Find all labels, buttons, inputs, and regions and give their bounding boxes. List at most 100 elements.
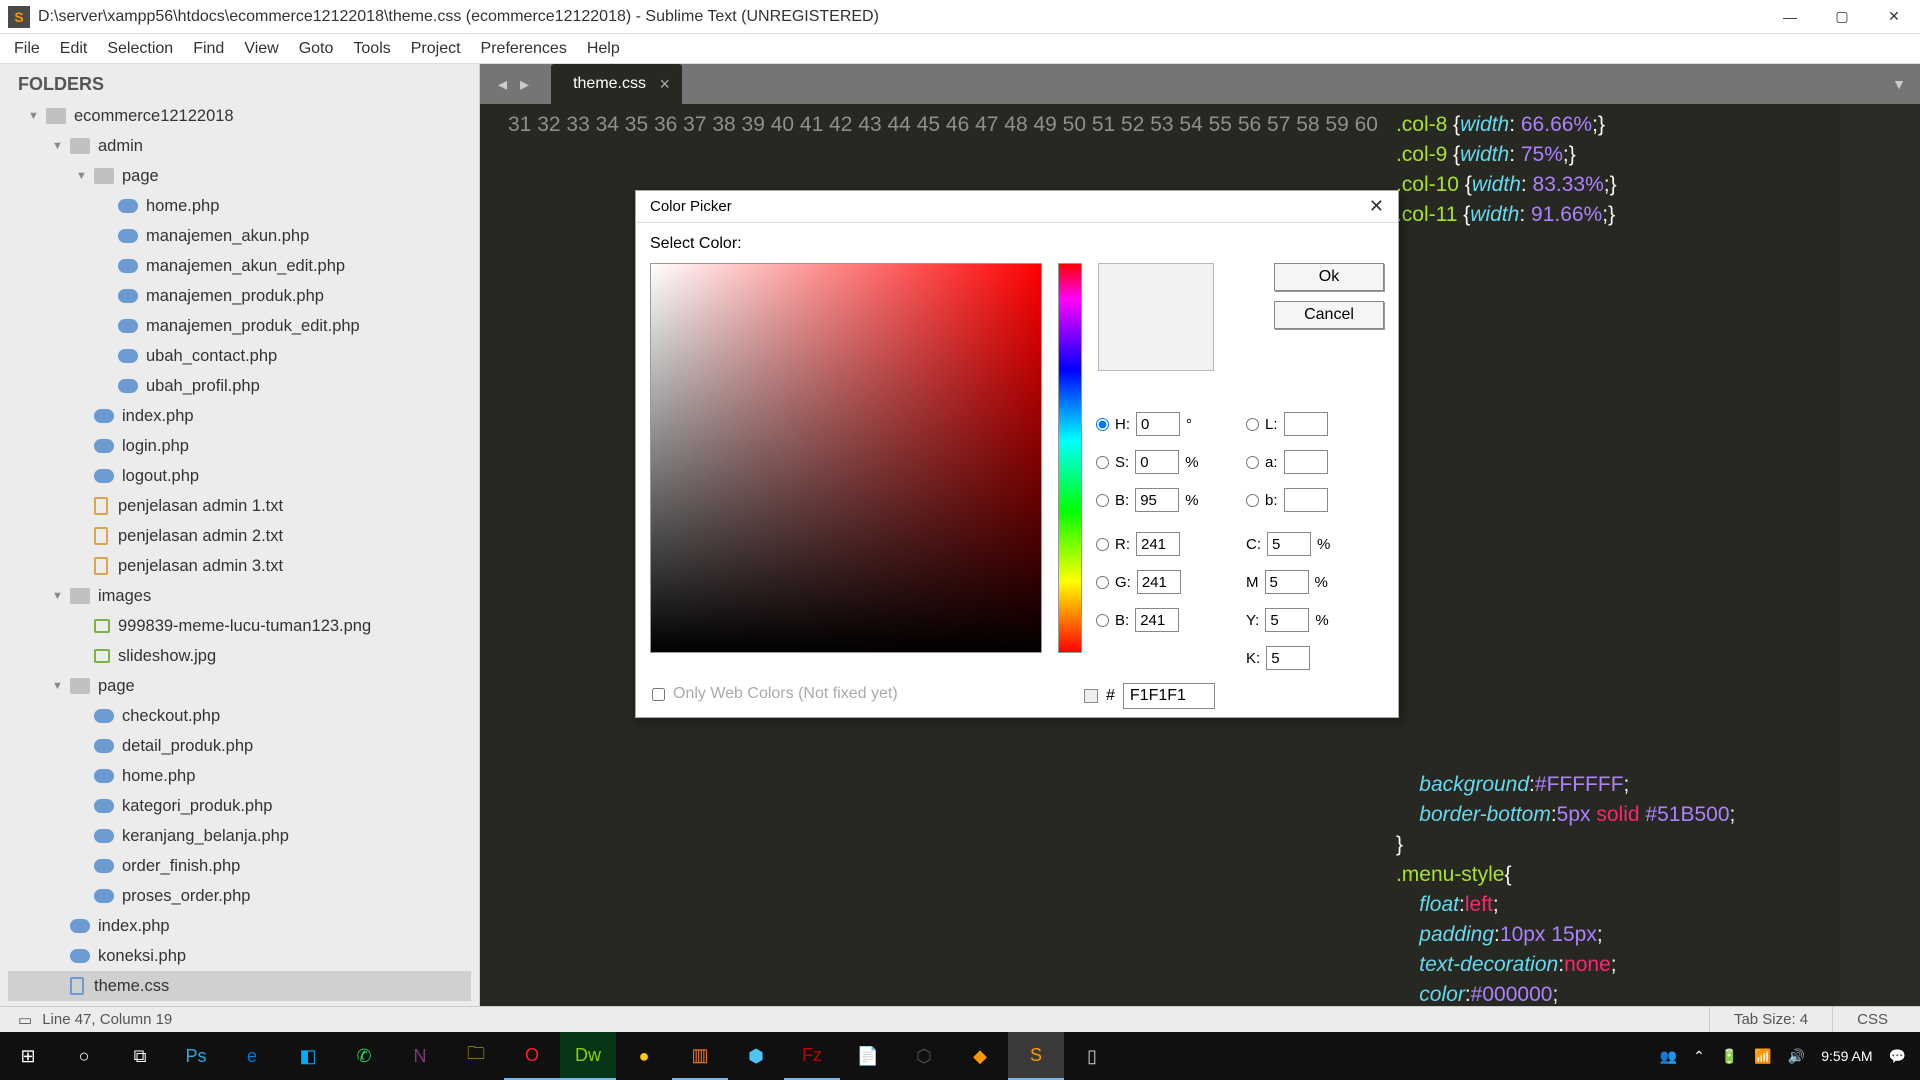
- file-theme-css[interactable]: theme.css: [8, 971, 471, 1001]
- input-g[interactable]: [1137, 570, 1181, 594]
- file-ubah-profil-php[interactable]: ubah_profil.php: [8, 371, 471, 401]
- input-m[interactable]: [1265, 570, 1309, 594]
- taskbar-app7[interactable]: ▯: [1064, 1032, 1120, 1080]
- input-hex[interactable]: [1123, 683, 1215, 709]
- radio-b[interactable]: [1096, 614, 1109, 627]
- hue-knob-icon[interactable]: [1084, 689, 1098, 703]
- input-h[interactable]: [1136, 412, 1180, 436]
- tray-clock[interactable]: 9:59 AM: [1813, 1048, 1880, 1064]
- input-l[interactable]: [1284, 412, 1328, 436]
- file-manajemen-akun-edit-php[interactable]: manajemen_akun_edit.php: [8, 251, 471, 281]
- folder-images[interactable]: ▼images: [8, 581, 471, 611]
- taskbar-app4[interactable]: 📄: [840, 1032, 896, 1080]
- file-order-finish-php[interactable]: order_finish.php: [8, 851, 471, 881]
- dialog-titlebar[interactable]: Color Picker ✕: [636, 191, 1398, 223]
- input-y[interactable]: [1265, 608, 1309, 632]
- status-position[interactable]: Line 47, Column 19: [42, 1011, 172, 1028]
- taskbar-app1[interactable]: ◧: [280, 1032, 336, 1080]
- menu-project[interactable]: Project: [401, 36, 471, 62]
- tab-theme-css[interactable]: theme.css ×: [551, 64, 682, 104]
- taskbar-whatsapp[interactable]: ✆: [336, 1032, 392, 1080]
- radio-s[interactable]: [1096, 456, 1109, 469]
- web-colors-checkbox[interactable]: [652, 688, 665, 701]
- code-content[interactable]: .col-8 {width: 66.66%;} .col-9 {width: 7…: [1396, 104, 1840, 1006]
- tab-nav-arrows[interactable]: ◂ ▸: [488, 74, 543, 95]
- radio-a[interactable]: [1246, 456, 1259, 469]
- tray-volume-icon[interactable]: 🔊: [1780, 1048, 1813, 1065]
- file-proses-order-php[interactable]: proses_order.php: [8, 881, 471, 911]
- minimize-button[interactable]: ―: [1764, 0, 1816, 34]
- console-icon[interactable]: ▭: [8, 1011, 42, 1029]
- tray-notifications-icon[interactable]: 💬: [1881, 1048, 1914, 1065]
- file-koneksi-php[interactable]: koneksi.php: [8, 941, 471, 971]
- taskbar-opera[interactable]: O: [504, 1032, 560, 1080]
- input-b[interactable]: [1135, 608, 1179, 632]
- radio-lab-b[interactable]: [1246, 494, 1259, 507]
- maximize-button[interactable]: ▢: [1816, 0, 1868, 34]
- file-kategori-produk-php[interactable]: kategori_produk.php: [8, 791, 471, 821]
- file-manajemen-produk-edit-php[interactable]: manajemen_produk_edit.php: [8, 311, 471, 341]
- menu-edit[interactable]: Edit: [50, 36, 98, 62]
- menu-view[interactable]: View: [234, 36, 288, 62]
- taskbar-onenote[interactable]: N: [392, 1032, 448, 1080]
- input-r[interactable]: [1136, 532, 1180, 556]
- taskbar-app3[interactable]: ⬢: [728, 1032, 784, 1080]
- file-ubah-contact-php[interactable]: ubah_contact.php: [8, 341, 471, 371]
- radio-l[interactable]: [1246, 418, 1259, 431]
- tray-wifi-icon[interactable]: 📶: [1746, 1048, 1779, 1065]
- menu-file[interactable]: File: [4, 36, 50, 62]
- file-penjelasan-admin-1-txt[interactable]: penjelasan admin 1.txt: [8, 491, 471, 521]
- tab-close-icon[interactable]: ×: [659, 74, 670, 95]
- input-k[interactable]: [1266, 646, 1310, 670]
- radio-bv[interactable]: [1096, 494, 1109, 507]
- cortana-icon[interactable]: ○: [56, 1032, 112, 1080]
- close-button[interactable]: ✕: [1868, 0, 1920, 34]
- taskbar-dreamweaver[interactable]: Dw: [560, 1032, 616, 1080]
- file-detail-produk-php[interactable]: detail_produk.php: [8, 731, 471, 761]
- taskview-icon[interactable]: ⧉: [112, 1032, 168, 1080]
- file-keranjang-belanja-php[interactable]: keranjang_belanja.php: [8, 821, 471, 851]
- file-index-php[interactable]: index.php: [8, 911, 471, 941]
- folder-admin[interactable]: ▼admin: [8, 131, 471, 161]
- tray-battery-icon[interactable]: 🔋: [1713, 1048, 1746, 1065]
- file-penjelasan-admin-2-txt[interactable]: penjelasan admin 2.txt: [8, 521, 471, 551]
- file-index-php[interactable]: index.php: [8, 401, 471, 431]
- menu-goto[interactable]: Goto: [289, 36, 344, 62]
- folder-page[interactable]: ▼page: [8, 161, 471, 191]
- taskbar-sublime[interactable]: S: [1008, 1032, 1064, 1080]
- menu-preferences[interactable]: Preferences: [471, 36, 577, 62]
- input-a[interactable]: [1284, 450, 1328, 474]
- taskbar-explorer[interactable]: 🗀: [448, 1032, 504, 1080]
- cancel-button[interactable]: Cancel: [1274, 301, 1384, 329]
- folder-page[interactable]: ▼page: [8, 671, 471, 701]
- radio-h[interactable]: [1096, 418, 1109, 431]
- folder-ecommerce12122018[interactable]: ▼ecommerce12122018: [8, 101, 471, 131]
- dialog-close-icon[interactable]: ✕: [1369, 196, 1384, 217]
- file-home-php[interactable]: home.php: [8, 761, 471, 791]
- input-lab-b[interactable]: [1284, 488, 1328, 512]
- taskbar-filezilla[interactable]: Fz: [784, 1032, 840, 1080]
- hue-slider[interactable]: [1058, 263, 1082, 653]
- file-slideshow-jpg[interactable]: slideshow.jpg: [8, 641, 471, 671]
- tray-chevron-icon[interactable]: ⌃: [1685, 1048, 1713, 1065]
- input-s[interactable]: [1135, 450, 1179, 474]
- radio-r[interactable]: [1096, 538, 1109, 551]
- file-logout-php[interactable]: logout.php: [8, 461, 471, 491]
- ok-button[interactable]: Ok: [1274, 263, 1384, 291]
- radio-g[interactable]: [1096, 576, 1109, 589]
- menu-selection[interactable]: Selection: [97, 36, 183, 62]
- tab-dropdown-icon[interactable]: ▼: [1878, 76, 1920, 92]
- taskbar-edge[interactable]: e: [224, 1032, 280, 1080]
- file-login-php[interactable]: login.php: [8, 431, 471, 461]
- taskbar-app5[interactable]: ⬡: [896, 1032, 952, 1080]
- menu-find[interactable]: Find: [183, 36, 234, 62]
- start-button[interactable]: ⊞: [0, 1032, 56, 1080]
- file-manajemen-akun-php[interactable]: manajemen_akun.php: [8, 221, 471, 251]
- file-checkout-php[interactable]: checkout.php: [8, 701, 471, 731]
- file-manajemen-produk-php[interactable]: manajemen_produk.php: [8, 281, 471, 311]
- file-home-php[interactable]: home.php: [8, 191, 471, 221]
- taskbar-photoshop[interactable]: Ps: [168, 1032, 224, 1080]
- minimap[interactable]: [1840, 104, 1920, 1006]
- taskbar-app6[interactable]: ◆: [952, 1032, 1008, 1080]
- menu-help[interactable]: Help: [577, 36, 630, 62]
